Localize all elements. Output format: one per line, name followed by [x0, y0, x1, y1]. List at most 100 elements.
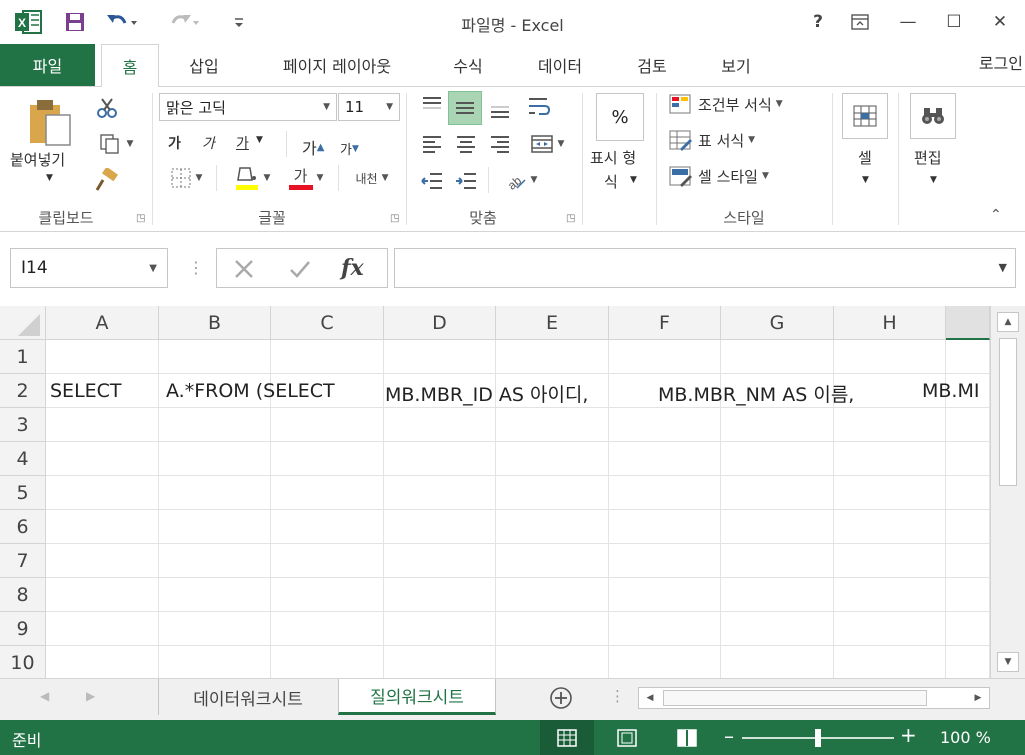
minimize-button[interactable]: — [888, 8, 928, 36]
cell[interactable] [159, 476, 271, 510]
cell[interactable] [46, 476, 159, 510]
cell[interactable] [834, 510, 946, 544]
decrease-indent-icon[interactable] [418, 167, 446, 195]
cell[interactable] [834, 544, 946, 578]
cell[interactable] [271, 510, 384, 544]
scroll-down-button[interactable]: ▼ [997, 652, 1019, 672]
cell[interactable] [46, 442, 159, 476]
cell[interactable] [609, 340, 721, 374]
expand-formula-bar-icon[interactable]: ▼ [999, 261, 1007, 274]
number-format-label-2[interactable]: 식 [604, 171, 618, 192]
cell[interactable] [496, 646, 609, 678]
sheet-tab-query-worksheet[interactable]: 질의워크시트 [338, 679, 496, 715]
align-left-icon[interactable] [418, 129, 446, 159]
cell[interactable] [496, 442, 609, 476]
column-header-f[interactable]: F [609, 306, 721, 340]
row-header-10[interactable]: 10 [0, 646, 46, 678]
page-break-view-icon[interactable] [672, 720, 702, 755]
vertical-scrollbar[interactable]: ▲ ▼ [990, 306, 1025, 678]
scroll-up-button[interactable]: ▲ [997, 312, 1019, 332]
cell[interactable] [271, 578, 384, 612]
align-bottom-icon[interactable] [486, 91, 514, 125]
clipboard-launcher-icon[interactable]: ◳ [136, 213, 145, 224]
cell[interactable] [834, 612, 946, 646]
cancel-entry-icon[interactable] [229, 255, 259, 283]
cell[interactable] [946, 646, 990, 678]
paste-icon[interactable] [26, 97, 76, 149]
row-header-5[interactable]: 5 [0, 476, 46, 510]
cell[interactable] [721, 510, 834, 544]
cell[interactable] [946, 442, 990, 476]
cell[interactable] [496, 340, 609, 374]
zoom-in-button[interactable]: + [900, 723, 917, 747]
cell[interactable] [609, 578, 721, 612]
cell[interactable] [159, 408, 271, 442]
column-header-a[interactable]: A [46, 306, 159, 340]
formula-input[interactable]: ▼ [394, 248, 1016, 288]
font-color-button[interactable]: 가 ▼ [282, 163, 330, 193]
paste-dropdown-icon[interactable]: ▼ [46, 173, 53, 183]
cell[interactable] [159, 612, 271, 646]
align-top-icon[interactable] [418, 91, 446, 121]
number-format-label[interactable]: 표시 형 [590, 147, 636, 168]
tab-formulas[interactable]: 수식 [436, 44, 500, 86]
prev-sheet-icon[interactable]: ◀ [40, 689, 49, 703]
scroll-left-button[interactable]: ◀ [641, 690, 659, 706]
cell[interactable] [46, 408, 159, 442]
insert-function-button[interactable]: fx [341, 255, 364, 281]
editing-label[interactable]: 편집 [914, 147, 942, 168]
ribbon-display-options-icon[interactable] [840, 8, 880, 36]
number-dropdown-icon[interactable]: ▼ [630, 175, 637, 185]
font-launcher-icon[interactable]: ◳ [390, 213, 399, 224]
next-sheet-icon[interactable]: ▶ [86, 689, 95, 703]
cell[interactable] [609, 646, 721, 678]
worksheet-grid[interactable]: ABCDEFGH 1 2 3 4 5 6 7 8 9 10 SELECT A.*FROM (SELE… [0, 306, 990, 678]
tab-file[interactable]: 파일 [0, 44, 95, 86]
fill-color-button[interactable]: ▼ [228, 163, 276, 193]
cell[interactable] [946, 544, 990, 578]
cell[interactable] [496, 408, 609, 442]
bold-button[interactable]: 가 [168, 133, 181, 153]
horizontal-scrollbar[interactable]: ◀ ▶ [638, 687, 990, 709]
cell[interactable] [496, 544, 609, 578]
cell[interactable] [46, 510, 159, 544]
cell-styles-button[interactable]: 셀 스타일 ▼ [668, 165, 769, 187]
cell[interactable] [721, 578, 834, 612]
column-header-partial[interactable] [946, 306, 990, 340]
cell[interactable] [946, 408, 990, 442]
copy-icon[interactable]: ▼ [94, 131, 138, 157]
format-painter-icon[interactable] [94, 167, 120, 193]
cell[interactable] [946, 612, 990, 646]
cell[interactable] [496, 578, 609, 612]
sheet-tab-data-worksheet[interactable]: 데이터워크시트 [160, 679, 336, 715]
conditional-formatting-button[interactable]: 조건부 서식 ▼ [668, 93, 783, 115]
vertical-scroll-thumb[interactable] [999, 338, 1017, 486]
font-name-select[interactable]: 맑은 고딕 ▼ [159, 93, 337, 121]
cell[interactable] [384, 340, 496, 374]
help-button[interactable]: ? [798, 8, 838, 36]
cell[interactable] [159, 544, 271, 578]
cell[interactable] [159, 646, 271, 678]
format-as-table-button[interactable]: 표 서식 ▼ [668, 129, 755, 151]
collapse-ribbon-icon[interactable]: ⌃ [990, 207, 1002, 223]
row-header-6[interactable]: 6 [0, 510, 46, 544]
cell[interactable] [496, 612, 609, 646]
cell[interactable] [46, 612, 159, 646]
cell[interactable] [609, 544, 721, 578]
cell[interactable] [946, 510, 990, 544]
cell[interactable] [271, 646, 384, 678]
cell[interactable] [609, 408, 721, 442]
cell[interactable] [271, 340, 384, 374]
cell[interactable] [721, 408, 834, 442]
tab-view[interactable]: 보기 [704, 44, 768, 86]
normal-view-icon[interactable] [540, 720, 594, 755]
cell[interactable] [271, 408, 384, 442]
cell[interactable] [834, 646, 946, 678]
alignment-launcher-icon[interactable]: ◳ [566, 213, 575, 224]
tab-split-grip-icon[interactable]: ⋮ [610, 687, 625, 705]
cell[interactable] [46, 340, 159, 374]
cell[interactable] [834, 408, 946, 442]
cell[interactable] [384, 544, 496, 578]
cell[interactable] [159, 442, 271, 476]
scroll-right-button[interactable]: ▶ [969, 690, 987, 706]
